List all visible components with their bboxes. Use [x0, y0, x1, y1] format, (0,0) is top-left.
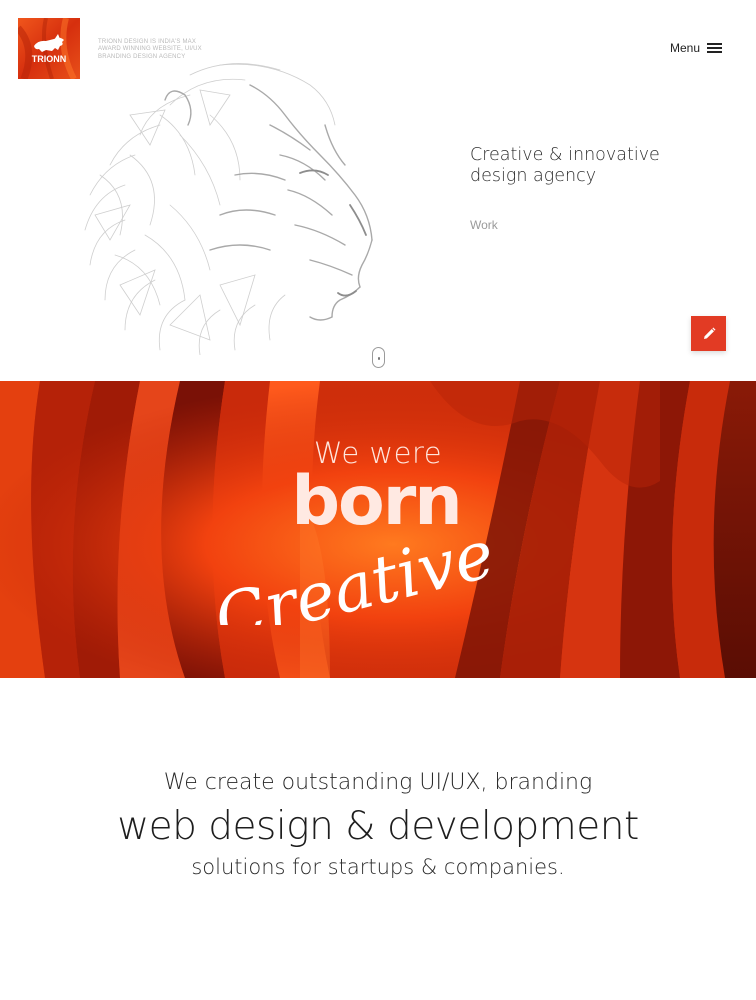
logo-text: TRIONN [32, 54, 67, 64]
hamburger-icon [707, 43, 723, 53]
hero-section: TRIONN TRIONN DESIGN IS INDIA'S MAX AWAR… [0, 0, 756, 381]
creative-script-label: Creative [207, 515, 502, 625]
menu-label: Menu [670, 41, 701, 55]
menu-button[interactable]: Menu [670, 38, 736, 58]
born-creative-banner: We were born Creative [0, 381, 756, 678]
intro-section: We create outstanding UI/UX, branding we… [0, 768, 756, 882]
intro-line-2: web design & development [117, 804, 639, 849]
headline-line-2: design agency [470, 166, 597, 186]
intro-line-1: We create outstanding UI/UX, branding [163, 770, 593, 795]
creative-script-text: Creative [207, 515, 502, 625]
pencil-icon [703, 327, 715, 339]
mouse-scroll-icon[interactable] [372, 347, 385, 368]
work-link[interactable]: Work [470, 218, 498, 232]
headline-line-1: Creative & innovative [470, 145, 660, 165]
intro-line-3: solutions for startups & companies. [191, 855, 565, 879]
lion-sketch-illustration [84, 63, 373, 355]
hero-headline: Creative & innovative design agency [470, 145, 710, 187]
edit-button[interactable] [691, 316, 726, 351]
